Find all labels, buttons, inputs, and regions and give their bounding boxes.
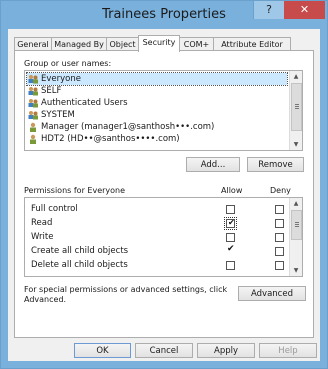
checkmark-icon: ✔ [228, 218, 235, 227]
special-permissions-text: For special permissions or advanced sett… [24, 285, 228, 294]
permission-name: Delete all child objects [31, 260, 128, 270]
title-bar[interactable]: Trainees Properties ? ✕ [1, 1, 327, 29]
list-item[interactable]: SYSTEM [27, 109, 75, 121]
dialog-body: General Managed By Object Security COM+ … [8, 29, 320, 361]
list-item[interactable]: Everyone [26, 72, 288, 86]
principal-name: Authenticated Users [41, 98, 128, 108]
principals-list[interactable]: Everyone SELF Authenticated Users SYSTEM [24, 70, 303, 151]
allow-checkbox[interactable] [226, 233, 235, 242]
tab-com-plus[interactable]: COM+ [179, 37, 214, 51]
deny-checkbox[interactable] [275, 247, 284, 256]
scroll-up-arrow-icon[interactable]: ▲ [290, 198, 302, 209]
special-permissions-text-cont: Advanced. [24, 295, 67, 304]
tab-general[interactable]: General [14, 37, 52, 51]
permissions-for-label: Permissions for Everyone [24, 186, 126, 195]
ok-button[interactable]: OK [74, 343, 131, 358]
principal-name: SELF [41, 86, 62, 96]
add-button[interactable]: Add... [186, 157, 240, 172]
allow-checkbox[interactable] [226, 261, 235, 270]
security-tab-page: Group or user names: Everyone SELF Authe… [14, 50, 314, 338]
deny-checkbox[interactable] [275, 219, 284, 228]
apply-button[interactable]: Apply [197, 343, 255, 358]
permissions-list[interactable]: Full control Read Write Create all child… [24, 197, 303, 277]
permission-name: Write [31, 232, 54, 242]
user-icon [27, 134, 39, 144]
permission-name: Create all child objects [31, 246, 129, 256]
scroll-down-arrow-icon[interactable]: ▼ [290, 139, 302, 150]
tab-managed-by[interactable]: Managed By [51, 37, 107, 51]
list-item[interactable]: Manager (manager1@santhosh•••.com) [27, 121, 214, 133]
properties-window: Trainees Properties ? ✕ General Managed … [0, 0, 328, 369]
advanced-button[interactable]: Advanced [238, 286, 306, 301]
group-icon [27, 110, 39, 120]
permission-name: Full control [31, 204, 78, 214]
scroll-thumb[interactable] [291, 210, 302, 240]
group-icon [27, 86, 39, 96]
user-icon [27, 122, 39, 132]
checkmark-icon: ✔ [227, 244, 235, 254]
list-item[interactable]: Authenticated Users [27, 97, 128, 109]
principal-name: Manager (manager1@santhosh•••.com) [41, 122, 215, 132]
scroll-up-arrow-icon[interactable]: ▲ [290, 71, 302, 82]
principal-name: SYSTEM [41, 110, 75, 120]
allow-checkbox[interactable]: ✔ [224, 217, 237, 230]
allow-checkbox[interactable] [226, 205, 235, 214]
scroll-thumb[interactable] [291, 83, 302, 131]
group-icon [27, 98, 39, 108]
tab-attribute-editor[interactable]: Attribute Editor [213, 37, 291, 51]
deny-column-header: Deny [270, 186, 291, 195]
deny-checkbox[interactable] [275, 233, 284, 242]
list-item[interactable]: SELF [27, 85, 61, 97]
deny-checkbox[interactable] [275, 261, 284, 270]
remove-button[interactable]: Remove [247, 157, 304, 172]
scroll-down-arrow-icon[interactable]: ▼ [290, 265, 302, 276]
permissions-scrollbar[interactable]: ▲ ▼ [289, 198, 302, 276]
allow-column-header: Allow [221, 186, 243, 195]
principal-name: Everyone [41, 74, 81, 84]
principal-name: HDT2 (HD••@santhos••••.com) [41, 134, 180, 144]
help-title-button[interactable]: ? [253, 1, 284, 19]
list-item[interactable]: HDT2 (HD••@santhos••••.com) [27, 133, 180, 145]
group-icon [27, 74, 39, 84]
close-button[interactable]: ✕ [284, 1, 325, 19]
cancel-button[interactable]: Cancel [135, 343, 193, 358]
deny-checkbox[interactable] [275, 205, 284, 214]
principals-scrollbar[interactable]: ▲ ▼ [289, 71, 302, 150]
permission-name: Read [31, 218, 53, 228]
tab-security[interactable]: Security [138, 35, 180, 52]
group-or-user-names-label: Group or user names: [24, 59, 112, 68]
help-button[interactable]: Help [259, 343, 317, 358]
tab-object[interactable]: Object [106, 37, 139, 51]
